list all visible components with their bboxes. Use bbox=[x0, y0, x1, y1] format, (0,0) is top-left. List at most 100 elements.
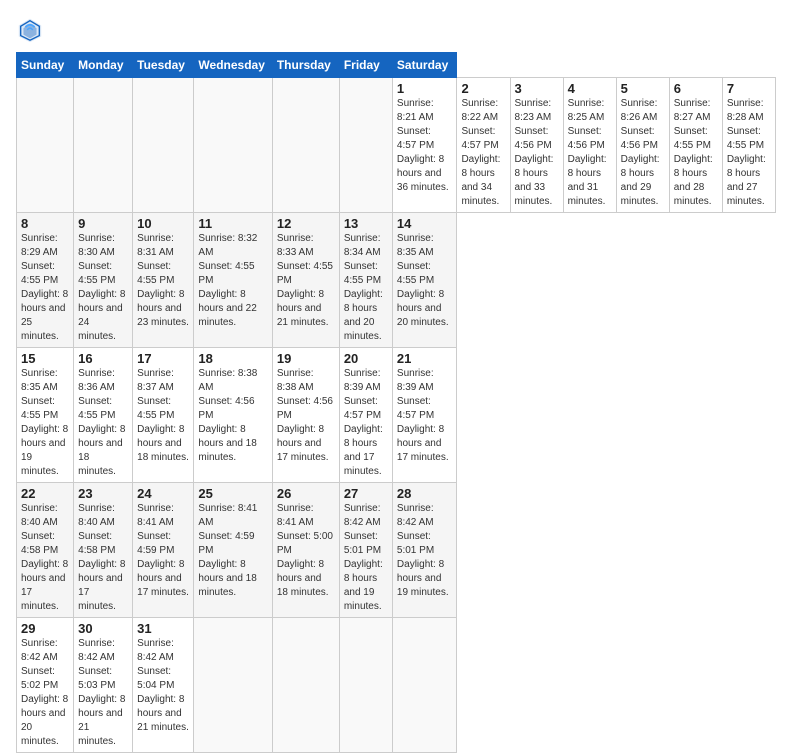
day-detail: Sunrise: 8:37 AMSunset: 4:55 PMDaylight:… bbox=[137, 367, 189, 465]
day-detail: Sunrise: 8:42 AMSunset: 5:02 PMDaylight:… bbox=[21, 637, 69, 749]
calendar-header-wednesday: Wednesday bbox=[194, 53, 272, 78]
calendar-header-friday: Friday bbox=[339, 53, 392, 78]
calendar-week-row: 1 Sunrise: 8:21 AMSunset: 4:57 PMDayligh… bbox=[17, 78, 776, 213]
day-number: 4 bbox=[568, 81, 612, 96]
calendar-cell bbox=[272, 618, 339, 753]
day-number: 11 bbox=[198, 216, 267, 231]
day-detail: Sunrise: 8:32 AMSunset: 4:55 PMDaylight:… bbox=[198, 232, 267, 330]
day-detail: Sunrise: 8:40 AMSunset: 4:58 PMDaylight:… bbox=[21, 502, 69, 614]
day-detail: Sunrise: 8:42 AMSunset: 5:04 PMDaylight:… bbox=[137, 637, 189, 735]
calendar-cell: 8 Sunrise: 8:29 AMSunset: 4:55 PMDayligh… bbox=[17, 213, 74, 348]
calendar-week-row: 29 Sunrise: 8:42 AMSunset: 5:02 PMDaylig… bbox=[17, 618, 776, 753]
day-number: 25 bbox=[198, 486, 267, 501]
day-detail: Sunrise: 8:26 AMSunset: 4:56 PMDaylight:… bbox=[621, 97, 665, 209]
calendar-cell: 4 Sunrise: 8:25 AMSunset: 4:56 PMDayligh… bbox=[563, 78, 616, 213]
day-number: 2 bbox=[461, 81, 505, 96]
day-number: 8 bbox=[21, 216, 69, 231]
logo bbox=[16, 16, 48, 44]
day-number: 18 bbox=[198, 351, 267, 366]
day-number: 6 bbox=[674, 81, 718, 96]
day-detail: Sunrise: 8:29 AMSunset: 4:55 PMDaylight:… bbox=[21, 232, 69, 344]
day-detail: Sunrise: 8:42 AMSunset: 5:01 PMDaylight:… bbox=[344, 502, 388, 614]
day-number: 17 bbox=[137, 351, 189, 366]
calendar-cell: 5 Sunrise: 8:26 AMSunset: 4:56 PMDayligh… bbox=[616, 78, 669, 213]
logo-icon bbox=[16, 16, 44, 44]
calendar-cell bbox=[17, 78, 74, 213]
day-detail: Sunrise: 8:21 AMSunset: 4:57 PMDaylight:… bbox=[397, 97, 453, 195]
day-number: 9 bbox=[78, 216, 128, 231]
day-detail: Sunrise: 8:38 AMSunset: 4:56 PMDaylight:… bbox=[198, 367, 267, 465]
calendar-cell: 6 Sunrise: 8:27 AMSunset: 4:55 PMDayligh… bbox=[669, 78, 722, 213]
calendar-cell bbox=[392, 618, 457, 753]
calendar-cell: 19 Sunrise: 8:38 AMSunset: 4:56 PMDaylig… bbox=[272, 348, 339, 483]
day-detail: Sunrise: 8:42 AMSunset: 5:01 PMDaylight:… bbox=[397, 502, 453, 600]
day-number: 16 bbox=[78, 351, 128, 366]
day-number: 27 bbox=[344, 486, 388, 501]
calendar-cell: 30 Sunrise: 8:42 AMSunset: 5:03 PMDaylig… bbox=[74, 618, 133, 753]
calendar-cell: 1 Sunrise: 8:21 AMSunset: 4:57 PMDayligh… bbox=[392, 78, 457, 213]
calendar-week-row: 22 Sunrise: 8:40 AMSunset: 4:58 PMDaylig… bbox=[17, 483, 776, 618]
day-detail: Sunrise: 8:25 AMSunset: 4:56 PMDaylight:… bbox=[568, 97, 612, 209]
calendar-cell: 29 Sunrise: 8:42 AMSunset: 5:02 PMDaylig… bbox=[17, 618, 74, 753]
day-number: 14 bbox=[397, 216, 453, 231]
calendar-cell: 10 Sunrise: 8:31 AMSunset: 4:55 PMDaylig… bbox=[133, 213, 194, 348]
day-number: 10 bbox=[137, 216, 189, 231]
calendar-cell bbox=[339, 618, 392, 753]
calendar-cell: 15 Sunrise: 8:35 AMSunset: 4:55 PMDaylig… bbox=[17, 348, 74, 483]
calendar-header-monday: Monday bbox=[74, 53, 133, 78]
calendar-header-tuesday: Tuesday bbox=[133, 53, 194, 78]
day-number: 24 bbox=[137, 486, 189, 501]
day-number: 19 bbox=[277, 351, 335, 366]
day-detail: Sunrise: 8:42 AMSunset: 5:03 PMDaylight:… bbox=[78, 637, 128, 749]
day-detail: Sunrise: 8:27 AMSunset: 4:55 PMDaylight:… bbox=[674, 97, 718, 209]
day-number: 3 bbox=[515, 81, 559, 96]
day-detail: Sunrise: 8:41 AMSunset: 4:59 PMDaylight:… bbox=[137, 502, 189, 600]
day-detail: Sunrise: 8:40 AMSunset: 4:58 PMDaylight:… bbox=[78, 502, 128, 614]
calendar-cell: 22 Sunrise: 8:40 AMSunset: 4:58 PMDaylig… bbox=[17, 483, 74, 618]
day-number: 12 bbox=[277, 216, 335, 231]
calendar-cell: 28 Sunrise: 8:42 AMSunset: 5:01 PMDaylig… bbox=[392, 483, 457, 618]
page-header bbox=[16, 16, 776, 44]
day-number: 21 bbox=[397, 351, 453, 366]
calendar-cell: 16 Sunrise: 8:36 AMSunset: 4:55 PMDaylig… bbox=[74, 348, 133, 483]
calendar-cell bbox=[194, 618, 272, 753]
calendar-header-row: SundayMondayTuesdayWednesdayThursdayFrid… bbox=[17, 53, 776, 78]
calendar-cell bbox=[194, 78, 272, 213]
day-number: 13 bbox=[344, 216, 388, 231]
day-detail: Sunrise: 8:35 AMSunset: 4:55 PMDaylight:… bbox=[397, 232, 453, 330]
calendar-cell bbox=[272, 78, 339, 213]
calendar-week-row: 8 Sunrise: 8:29 AMSunset: 4:55 PMDayligh… bbox=[17, 213, 776, 348]
day-number: 20 bbox=[344, 351, 388, 366]
calendar-cell: 7 Sunrise: 8:28 AMSunset: 4:55 PMDayligh… bbox=[722, 78, 775, 213]
day-detail: Sunrise: 8:41 AMSunset: 5:00 PMDaylight:… bbox=[277, 502, 335, 600]
day-detail: Sunrise: 8:30 AMSunset: 4:55 PMDaylight:… bbox=[78, 232, 128, 344]
calendar-cell: 17 Sunrise: 8:37 AMSunset: 4:55 PMDaylig… bbox=[133, 348, 194, 483]
day-detail: Sunrise: 8:34 AMSunset: 4:55 PMDaylight:… bbox=[344, 232, 388, 344]
day-detail: Sunrise: 8:36 AMSunset: 4:55 PMDaylight:… bbox=[78, 367, 128, 479]
calendar-cell: 13 Sunrise: 8:34 AMSunset: 4:55 PMDaylig… bbox=[339, 213, 392, 348]
day-number: 31 bbox=[137, 621, 189, 636]
day-detail: Sunrise: 8:33 AMSunset: 4:55 PMDaylight:… bbox=[277, 232, 335, 330]
calendar-cell: 12 Sunrise: 8:33 AMSunset: 4:55 PMDaylig… bbox=[272, 213, 339, 348]
calendar-cell: 11 Sunrise: 8:32 AMSunset: 4:55 PMDaylig… bbox=[194, 213, 272, 348]
calendar-header-sunday: Sunday bbox=[17, 53, 74, 78]
calendar-cell: 14 Sunrise: 8:35 AMSunset: 4:55 PMDaylig… bbox=[392, 213, 457, 348]
calendar-cell: 23 Sunrise: 8:40 AMSunset: 4:58 PMDaylig… bbox=[74, 483, 133, 618]
day-number: 5 bbox=[621, 81, 665, 96]
calendar-cell: 2 Sunrise: 8:22 AMSunset: 4:57 PMDayligh… bbox=[457, 78, 510, 213]
calendar-page: SundayMondayTuesdayWednesdayThursdayFrid… bbox=[0, 0, 792, 612]
day-number: 28 bbox=[397, 486, 453, 501]
calendar-header-saturday: Saturday bbox=[392, 53, 457, 78]
calendar-cell: 21 Sunrise: 8:39 AMSunset: 4:57 PMDaylig… bbox=[392, 348, 457, 483]
calendar-table: SundayMondayTuesdayWednesdayThursdayFrid… bbox=[16, 52, 776, 753]
day-number: 22 bbox=[21, 486, 69, 501]
calendar-cell bbox=[339, 78, 392, 213]
day-detail: Sunrise: 8:28 AMSunset: 4:55 PMDaylight:… bbox=[727, 97, 771, 209]
calendar-cell bbox=[74, 78, 133, 213]
calendar-cell: 20 Sunrise: 8:39 AMSunset: 4:57 PMDaylig… bbox=[339, 348, 392, 483]
calendar-cell: 27 Sunrise: 8:42 AMSunset: 5:01 PMDaylig… bbox=[339, 483, 392, 618]
day-detail: Sunrise: 8:23 AMSunset: 4:56 PMDaylight:… bbox=[515, 97, 559, 209]
calendar-cell bbox=[133, 78, 194, 213]
day-detail: Sunrise: 8:39 AMSunset: 4:57 PMDaylight:… bbox=[344, 367, 388, 479]
calendar-cell: 26 Sunrise: 8:41 AMSunset: 5:00 PMDaylig… bbox=[272, 483, 339, 618]
